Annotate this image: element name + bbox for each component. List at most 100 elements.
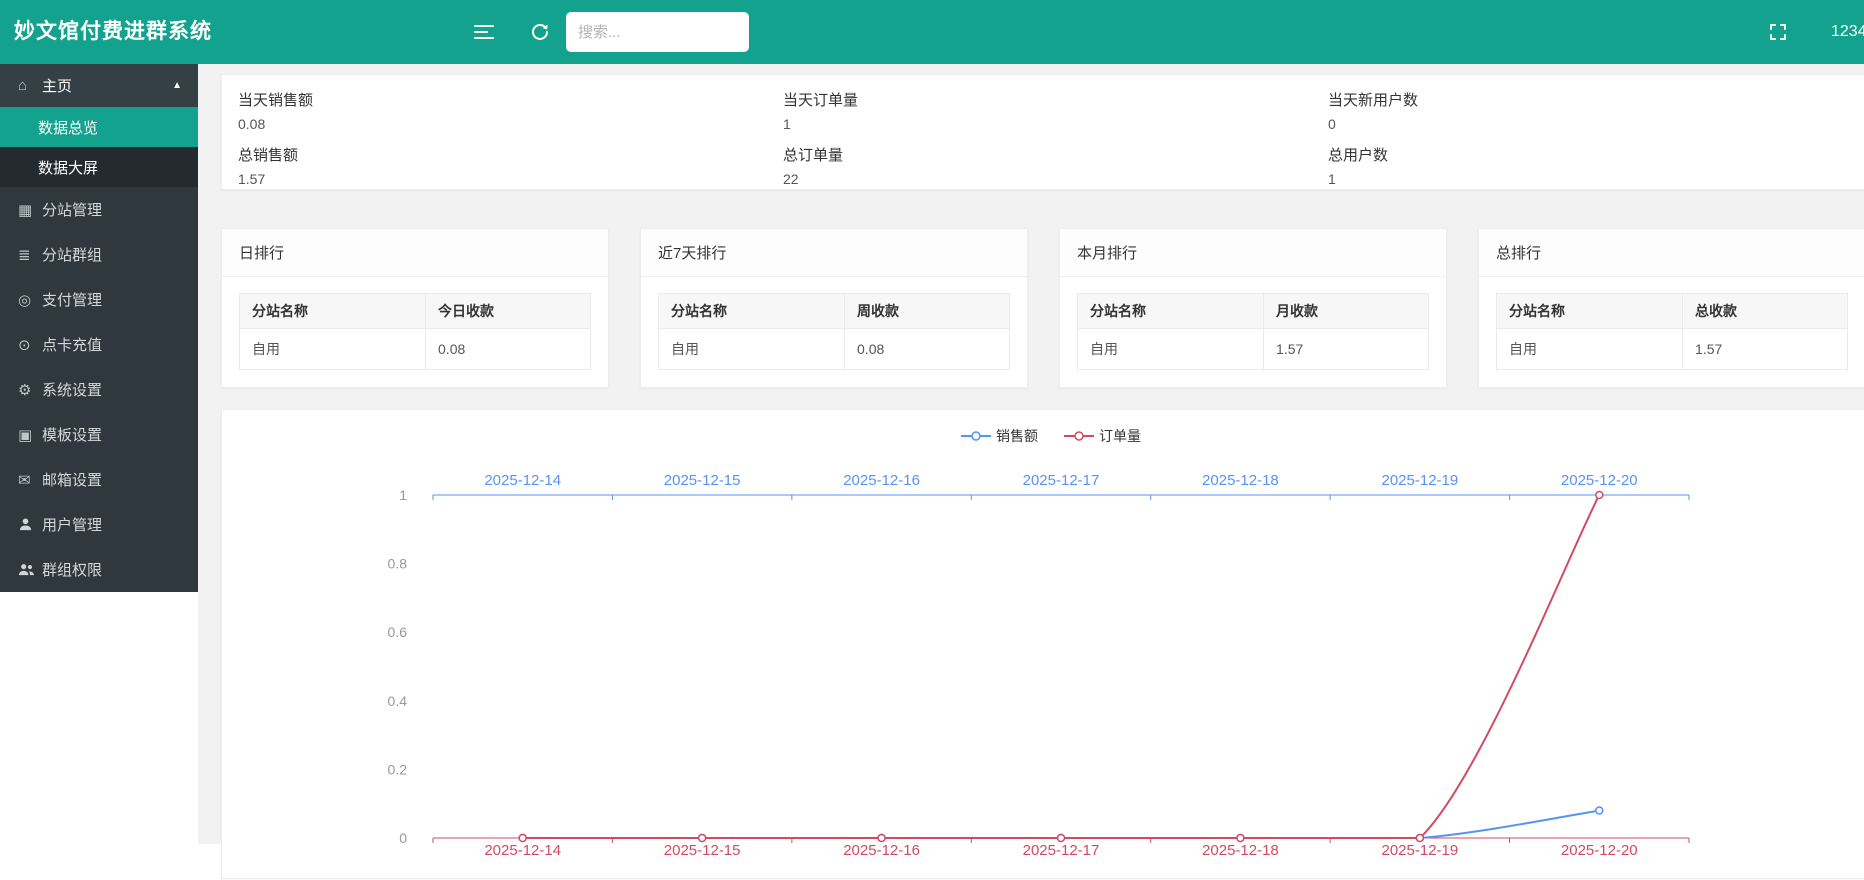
sidebar-item-substation-groups[interactable]: ≣ 分站群组 xyxy=(0,232,198,277)
collapse-menu-button[interactable] xyxy=(462,0,506,64)
column-header: 分站名称 xyxy=(240,294,426,329)
svg-text:0.8: 0.8 xyxy=(388,556,408,572)
svg-text:2025-12-20: 2025-12-20 xyxy=(1561,842,1638,859)
sidebar-item-label: 邮箱设置 xyxy=(42,469,102,490)
sidebar-item-data-overview[interactable]: 数据总览 xyxy=(0,107,198,147)
gear-icon: ⚙ xyxy=(18,381,42,399)
stat-value: 0 xyxy=(1328,116,1864,132)
sidebar-item-user-management[interactable]: 用户管理 xyxy=(0,502,198,547)
user-icon xyxy=(18,517,42,532)
table-row: 自用 1.57 xyxy=(1497,329,1848,370)
ranking-table: 分站名称 总收款 自用 1.57 xyxy=(1496,293,1848,370)
card-title: 近7天排行 xyxy=(641,229,1027,277)
svg-text:2025-12-17: 2025-12-17 xyxy=(1023,842,1100,859)
legend-label: 销售额 xyxy=(996,426,1038,446)
fullscreen-button[interactable] xyxy=(1756,0,1800,64)
stats-panel: 当天销售额 0.08 当天订单量 1 当天新用户数 0 总销售额 1.57 总订… xyxy=(221,74,1864,190)
svg-text:0.4: 0.4 xyxy=(388,693,408,709)
users-icon xyxy=(18,562,42,577)
weekly-ranking-card: 近7天排行 分站名称 周收款 自用 0.08 xyxy=(640,228,1028,388)
column-header: 今日收款 xyxy=(426,294,591,329)
cell-site-name: 自用 xyxy=(240,329,426,370)
home-icon: ⌂ xyxy=(18,77,42,94)
ranking-table: 分站名称 今日收款 自用 0.08 xyxy=(239,293,591,370)
menu-icon xyxy=(473,23,495,41)
daily-ranking-card: 日排行 分站名称 今日收款 自用 0.08 xyxy=(221,228,609,388)
column-header: 周收款 xyxy=(845,294,1010,329)
stat-value: 1 xyxy=(783,116,1328,132)
sidebar-item-template-settings[interactable]: ▣ 模板设置 xyxy=(0,412,198,457)
circle-icon: ◎ xyxy=(18,291,42,309)
table-row: 自用 0.08 xyxy=(659,329,1010,370)
sidebar-item-home[interactable]: ⌂ 主页 ▲ xyxy=(0,64,198,107)
grid-icon: ▦ xyxy=(18,201,42,219)
list-icon: ≣ xyxy=(18,246,42,264)
stat-label: 总订单量 xyxy=(783,144,1328,165)
svg-text:2025-12-16: 2025-12-16 xyxy=(843,472,920,489)
svg-text:1: 1 xyxy=(399,487,407,503)
legend-item-orders[interactable]: 订单量 xyxy=(1064,426,1141,446)
sidebar-item-label: 点卡充值 xyxy=(42,334,102,355)
svg-text:2025-12-20: 2025-12-20 xyxy=(1561,472,1638,489)
sidebar-item-label: 模板设置 xyxy=(42,424,102,445)
username[interactable]: 12345 xyxy=(1831,0,1864,64)
sidebar-item-substation-management[interactable]: ▦ 分站管理 xyxy=(0,187,198,232)
sidebar-item-label: 群组权限 xyxy=(42,559,102,580)
card-icon: ⊙ xyxy=(18,336,42,354)
stat-value: 1.57 xyxy=(238,171,783,187)
cell-amount: 0.08 xyxy=(845,329,1010,370)
sidebar-item-card-recharge[interactable]: ⊙ 点卡充值 xyxy=(0,322,198,367)
sidebar-item-system-settings[interactable]: ⚙ 系统设置 xyxy=(0,367,198,412)
refresh-icon xyxy=(530,22,550,42)
sidebar-item-payment-management[interactable]: ◎ 支付管理 xyxy=(0,277,198,322)
stat-label: 当天销售额 xyxy=(238,89,783,110)
sidebar-item-mail-settings[interactable]: ✉ 邮箱设置 xyxy=(0,457,198,502)
svg-text:2025-12-19: 2025-12-19 xyxy=(1381,472,1458,489)
main-content: 当天销售额 0.08 当天订单量 1 当天新用户数 0 总销售额 1.57 总订… xyxy=(198,64,1864,844)
monthly-ranking-card: 本月排行 分站名称 月收款 自用 1.57 xyxy=(1059,228,1447,388)
stat-value: 22 xyxy=(783,171,1328,187)
sidebar-item-data-bigscreen[interactable]: 数据大屏 xyxy=(0,147,198,187)
svg-text:2025-12-15: 2025-12-15 xyxy=(664,842,741,859)
sidebar-item-label: 数据总览 xyxy=(38,117,98,138)
stat-label: 总用户数 xyxy=(1328,144,1864,165)
app-header: 妙文馆付费进群系统 12345 xyxy=(0,0,1864,64)
svg-text:2025-12-18: 2025-12-18 xyxy=(1202,472,1279,489)
search-box xyxy=(566,12,749,52)
search-input[interactable] xyxy=(566,12,749,52)
chart-legend: 销售额 订单量 xyxy=(222,426,1864,446)
sidebar-item-group-permissions[interactable]: 群组权限 xyxy=(0,547,198,592)
svg-text:2025-12-19: 2025-12-19 xyxy=(1381,842,1458,859)
card-title: 日排行 xyxy=(222,229,608,277)
mail-icon: ✉ xyxy=(18,471,42,489)
column-header: 月收款 xyxy=(1264,294,1429,329)
legend-line-marker-icon xyxy=(1064,430,1094,442)
stat-value: 1 xyxy=(1328,171,1864,187)
app-title: 妙文馆付费进群系统 xyxy=(14,0,212,64)
stat-value: 0.08 xyxy=(238,116,783,132)
fullscreen-icon xyxy=(1768,22,1788,42)
table-row: 自用 1.57 xyxy=(1078,329,1429,370)
svg-text:0.6: 0.6 xyxy=(388,624,408,640)
svg-text:0.2: 0.2 xyxy=(388,761,408,777)
svg-text:2025-12-14: 2025-12-14 xyxy=(484,842,561,859)
total-ranking-card: 总排行 分站名称 总收款 自用 1.57 xyxy=(1478,228,1864,388)
stat-total-sales: 总销售额 1.57 xyxy=(238,144,783,199)
sidebar-item-label: 主页 xyxy=(42,75,72,96)
cell-site-name: 自用 xyxy=(1078,329,1264,370)
sidebar-item-label: 数据大屏 xyxy=(38,157,98,178)
sidebar-item-label: 分站管理 xyxy=(42,199,102,220)
stat-label: 总销售额 xyxy=(238,144,783,165)
legend-label: 订单量 xyxy=(1099,426,1141,446)
refresh-button[interactable] xyxy=(518,0,562,64)
legend-item-sales[interactable]: 销售额 xyxy=(961,426,1038,446)
column-header: 总收款 xyxy=(1683,294,1848,329)
stat-today-orders: 当天订单量 1 xyxy=(783,89,1328,144)
stat-today-sales: 当天销售额 0.08 xyxy=(238,89,783,144)
svg-text:2025-12-18: 2025-12-18 xyxy=(1202,842,1279,859)
sidebar-item-label: 支付管理 xyxy=(42,289,102,310)
sidebar-item-label: 用户管理 xyxy=(42,514,102,535)
stat-total-users: 总用户数 1 xyxy=(1328,144,1864,199)
sidebar: ⌂ 主页 ▲ 数据总览 数据大屏 ▦ 分站管理 ≣ 分站群组 ◎ 支付管理 ⊙ … xyxy=(0,64,198,592)
chevron-up-icon: ▲ xyxy=(172,80,182,91)
